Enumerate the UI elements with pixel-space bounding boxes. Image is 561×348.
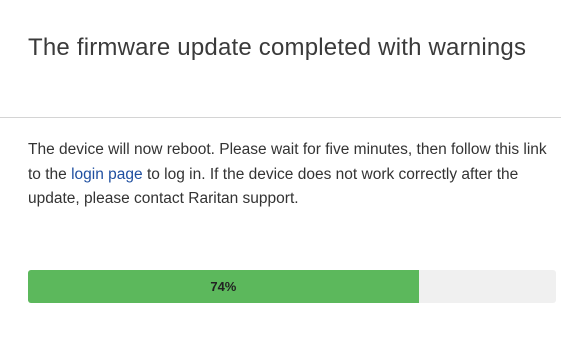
progress-percent-label: 74% (210, 279, 237, 294)
dialog-body: The device will now reboot. Please wait … (28, 138, 558, 212)
dialog-message: The device will now reboot. Please wait … (28, 138, 558, 212)
login-page-link[interactable]: login page (71, 166, 143, 183)
dialog-header: The firmware update completed with warni… (0, 0, 561, 118)
update-progress-bar: 74% (28, 270, 556, 303)
dialog-title: The firmware update completed with warni… (28, 34, 527, 61)
firmware-update-dialog: The firmware update completed with warni… (0, 0, 561, 348)
